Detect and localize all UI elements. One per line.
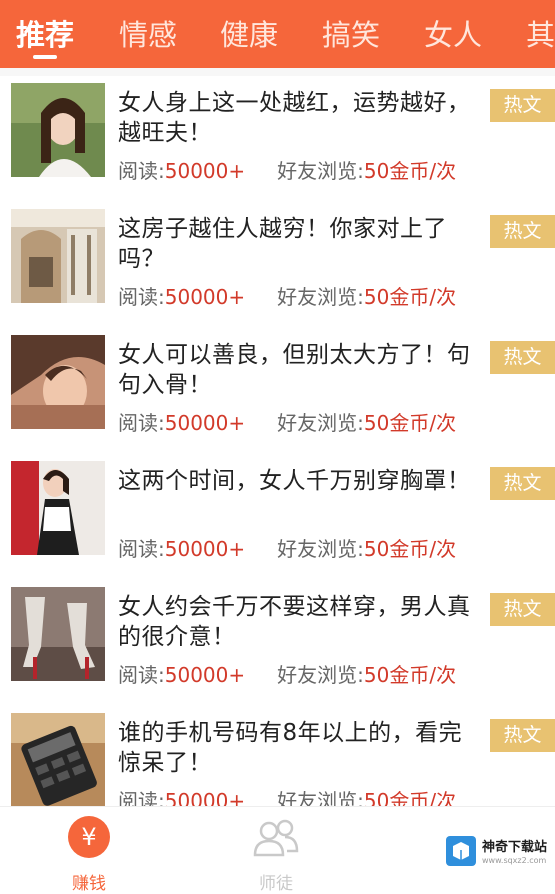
read-count: 50000+ — [164, 285, 246, 306]
active-tab-indicator — [33, 55, 57, 59]
nav-mentor-label: 师徒 — [259, 874, 293, 894]
divider — [0, 68, 555, 76]
yuan-icon: ¥ — [68, 816, 110, 858]
read-count: 50000+ — [164, 159, 246, 180]
article-title[interactable]: 女人身上这一处越红，运势越好，越旺夫！ — [118, 88, 483, 148]
article-title[interactable]: 女人可以善良，但别太大方了！句句入骨！ — [118, 340, 483, 400]
tab-more[interactable]: 其 — [526, 12, 555, 54]
watermark-logo: 神奇下载站 www.sqxz2.com — [446, 832, 554, 872]
read-label: 阅读: — [118, 285, 165, 306]
people-icon — [253, 819, 299, 857]
article-item[interactable]: 女人可以善良，但别太大方了！句句入骨！ 阅读:50000+ 好友浏览:50金币/次… — [0, 328, 555, 454]
article-meta: 阅读:50000+ 好友浏览:50金币/次 — [118, 662, 486, 684]
nav-earn-label: 赚钱 — [72, 874, 106, 894]
browse-reward: 50金币/次 — [363, 159, 457, 180]
read-label: 阅读: — [118, 411, 165, 432]
tab-recommend[interactable]: 推荐 — [16, 12, 74, 54]
article-thumbnail — [11, 713, 105, 807]
nav-mentor[interactable]: 师徒 — [231, 815, 321, 894]
read-label: 阅读: — [118, 537, 165, 558]
tab-health[interactable]: 健康 — [220, 12, 278, 54]
nav-earn[interactable]: ¥ 赚钱 — [44, 815, 134, 894]
box-icon — [446, 836, 476, 866]
article-item[interactable]: 这房子越住人越穷！你家对上了吗？ 阅读:50000+ 好友浏览:50金币/次 热文 — [0, 202, 555, 328]
article-thumbnail — [11, 461, 105, 555]
read-label: 阅读: — [118, 663, 165, 684]
tab-funny[interactable]: 搞笑 — [322, 12, 380, 54]
article-title[interactable]: 这两个时间，女人千万别穿胸罩！ — [118, 466, 483, 496]
article-meta: 阅读:50000+ 好友浏览:50金币/次 — [118, 536, 486, 558]
tab-emotion[interactable]: 情感 — [119, 12, 177, 54]
browse-label: 好友浏览: — [277, 285, 364, 306]
browse-label: 好友浏览: — [277, 159, 364, 180]
article-meta: 阅读:50000+ 好友浏览:50金币/次 — [118, 410, 486, 432]
read-count: 50000+ — [164, 411, 246, 432]
watermark-name: 神奇下载站 — [482, 840, 548, 855]
article-item[interactable]: 女人身上这一处越红，运势越好，越旺夫！ 阅读:50000+ 好友浏览:50金币/次… — [0, 76, 555, 202]
read-count: 50000+ — [164, 537, 246, 558]
article-thumbnail — [11, 587, 105, 681]
browse-label: 好友浏览: — [277, 411, 364, 432]
browse-reward: 50金币/次 — [363, 537, 457, 558]
watermark-url: www.sqxz2.com — [482, 856, 547, 865]
article-title[interactable]: 这房子越住人越穷！你家对上了吗？ — [118, 214, 483, 274]
browse-label: 好友浏览: — [277, 537, 364, 558]
article-meta: 阅读:50000+ 好友浏览:50金币/次 — [118, 284, 486, 306]
svg-text:¥: ¥ — [81, 823, 96, 851]
article-item[interactable]: 女人约会千万不要这样穿，男人真的很介意！ 阅读:50000+ 好友浏览:50金币/… — [0, 580, 555, 706]
hot-badge: 热文 — [490, 467, 555, 500]
read-count: 50000+ — [164, 663, 246, 684]
article-title[interactable]: 女人约会千万不要这样穿，男人真的很介意！ — [118, 592, 483, 652]
browse-label: 好友浏览: — [277, 663, 364, 684]
tab-women[interactable]: 女人 — [424, 12, 482, 54]
hot-badge: 热文 — [490, 341, 555, 374]
hot-badge: 热文 — [490, 593, 555, 626]
article-meta: 阅读:50000+ 好友浏览:50金币/次 — [118, 158, 486, 180]
hot-badge: 热文 — [490, 215, 555, 248]
article-thumbnail — [11, 335, 105, 429]
article-thumbnail — [11, 83, 105, 177]
article-title[interactable]: 谁的手机号码有8年以上的，看完惊呆了！ — [118, 718, 483, 778]
browse-reward: 50金币/次 — [363, 285, 457, 306]
hot-badge: 热文 — [490, 89, 555, 122]
article-item[interactable]: 这两个时间，女人千万别穿胸罩！ 阅读:50000+ 好友浏览:50金币/次 热文 — [0, 454, 555, 580]
article-thumbnail — [11, 209, 105, 303]
read-label: 阅读: — [118, 159, 165, 180]
category-tab-bar: 推荐 情感 健康 搞笑 女人 其 — [0, 0, 555, 68]
browse-reward: 50金币/次 — [363, 411, 457, 432]
browse-reward: 50金币/次 — [363, 663, 457, 684]
hot-badge: 热文 — [490, 719, 555, 752]
